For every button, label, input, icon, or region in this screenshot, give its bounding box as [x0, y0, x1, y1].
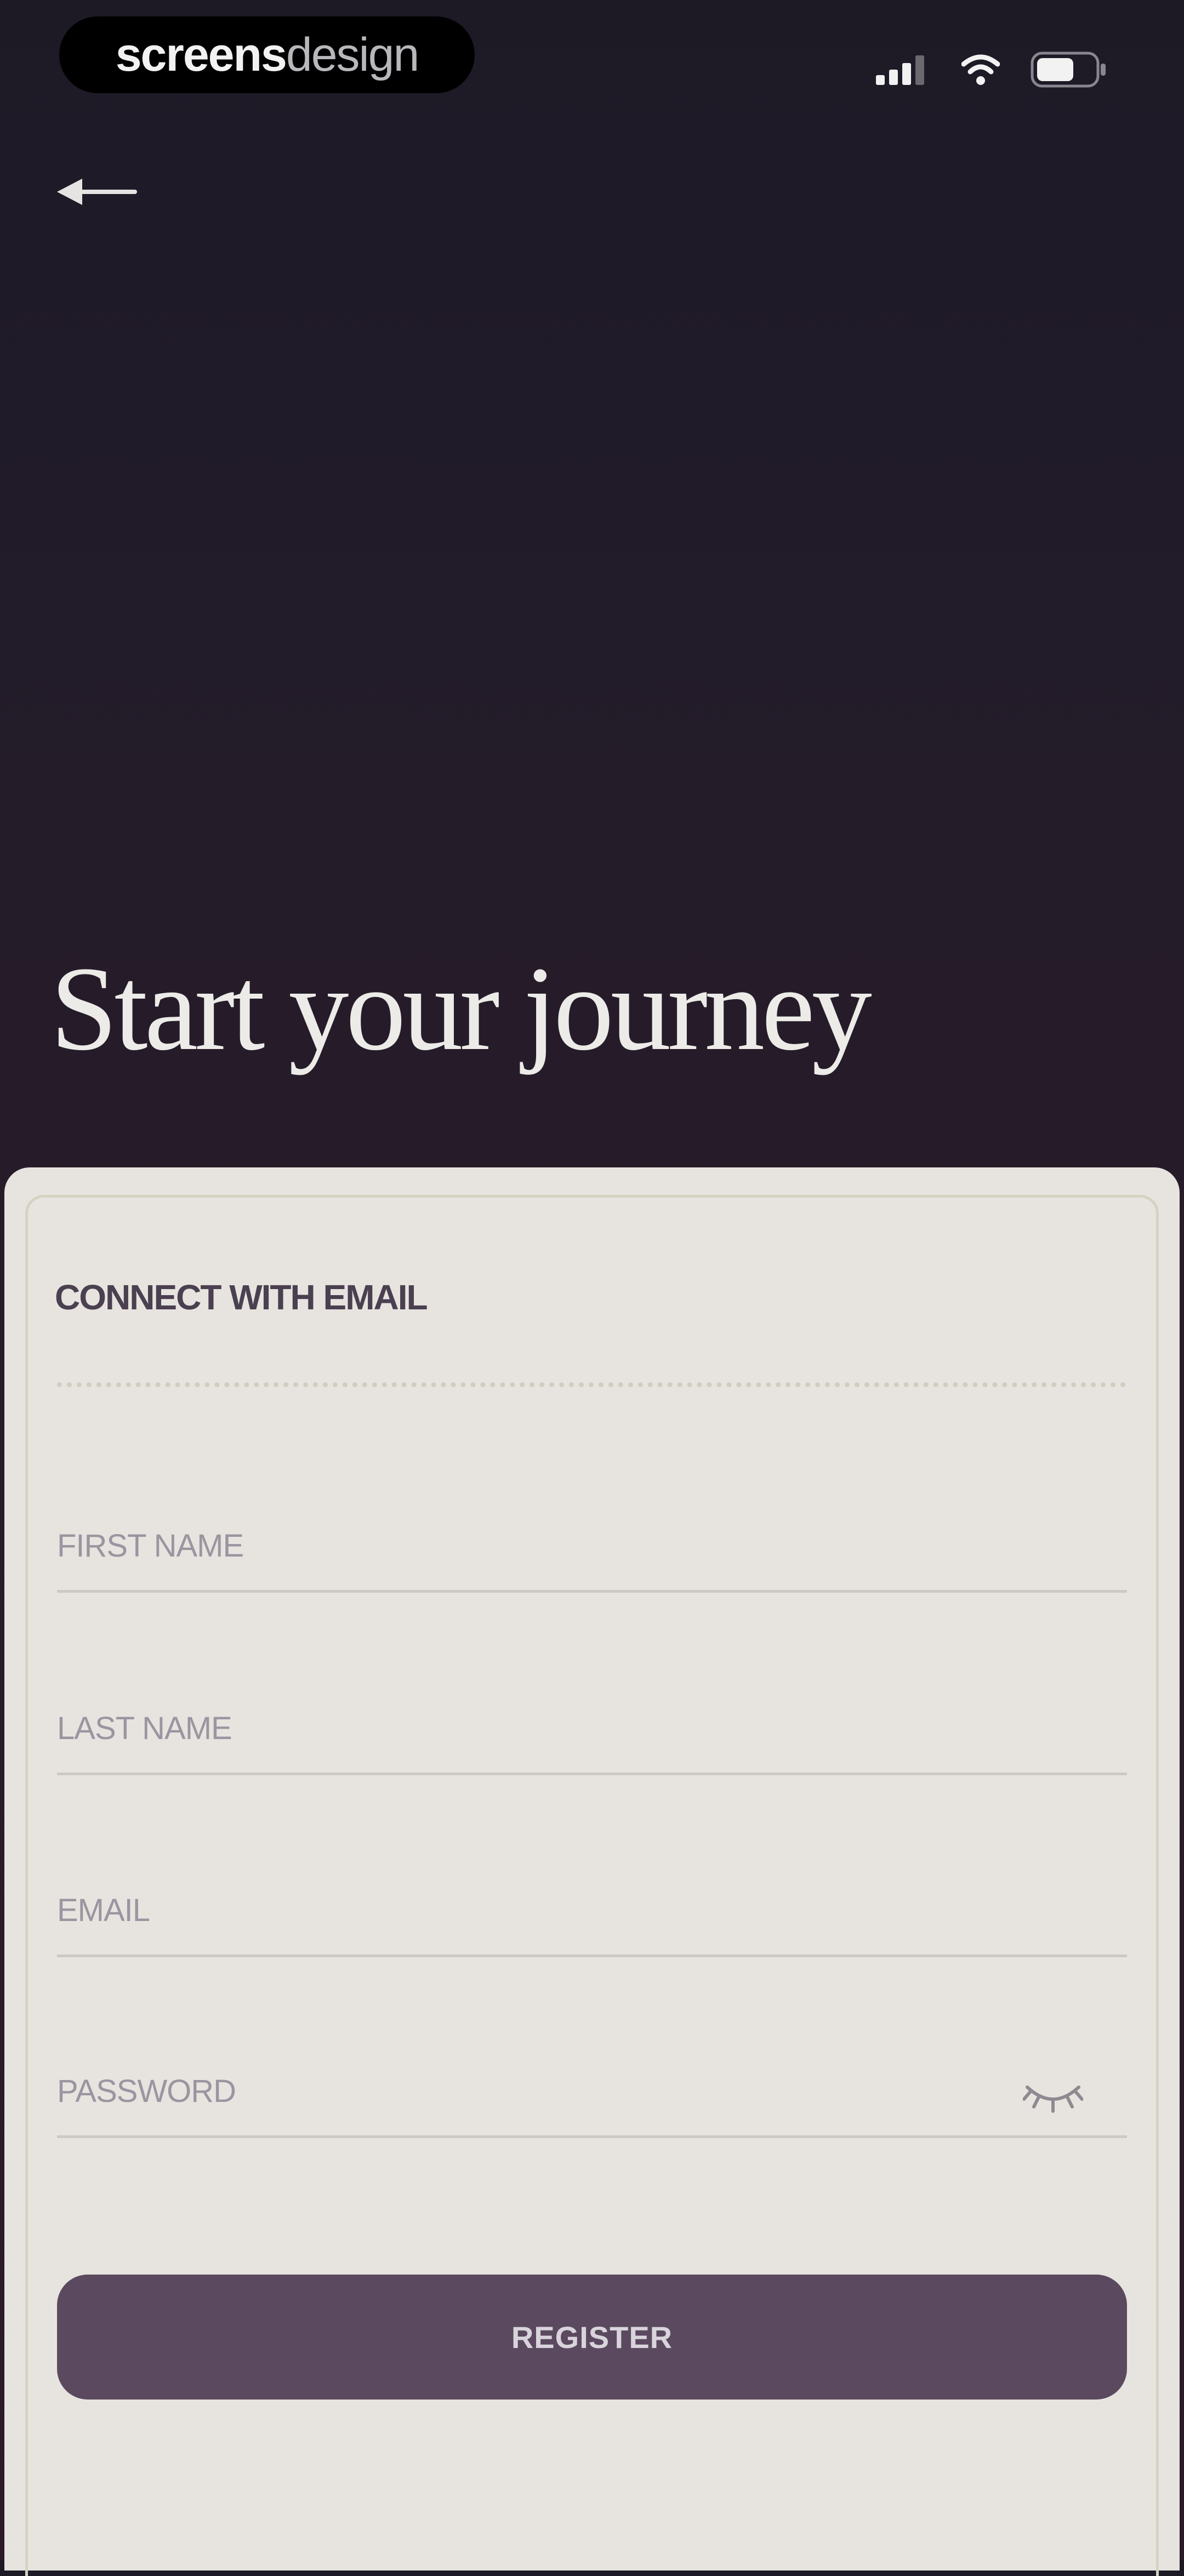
first-name-input[interactable]: [57, 1504, 1127, 1587]
password-field: [57, 2050, 1127, 2138]
field-underline: [57, 1954, 1127, 1957]
brand-logo-bold: screens: [115, 28, 287, 81]
field-underline: [57, 1590, 1127, 1593]
back-button[interactable]: [55, 170, 143, 214]
signal-icon: [876, 55, 924, 85]
field-underline: [57, 2135, 1127, 2138]
password-input[interactable]: [57, 2050, 1127, 2132]
status-bar-icons: [876, 50, 1107, 89]
arrow-left-icon: [57, 179, 137, 205]
last-name-field: [57, 1687, 1127, 1775]
dotted-divider: [57, 1382, 1126, 1387]
wifi-icon: [961, 54, 1000, 85]
password-visibility-toggle[interactable]: [1022, 2071, 1084, 2115]
brand-logo-light: design: [286, 28, 419, 81]
first-name-field: [57, 1504, 1127, 1593]
last-name-input[interactable]: [57, 1687, 1127, 1769]
brand-logo: screens design: [59, 16, 475, 93]
eye-hidden-icon: [1022, 2085, 1084, 2113]
register-button[interactable]: REGISTER: [57, 2275, 1127, 2400]
battery-icon: [1031, 52, 1106, 88]
field-underline: [57, 1773, 1127, 1775]
section-heading: CONNECT WITH EMAIL: [55, 1278, 428, 1317]
email-input[interactable]: [57, 1869, 1127, 1951]
email-field: [57, 1869, 1127, 1957]
page-title: Start your journey: [50, 942, 872, 1075]
